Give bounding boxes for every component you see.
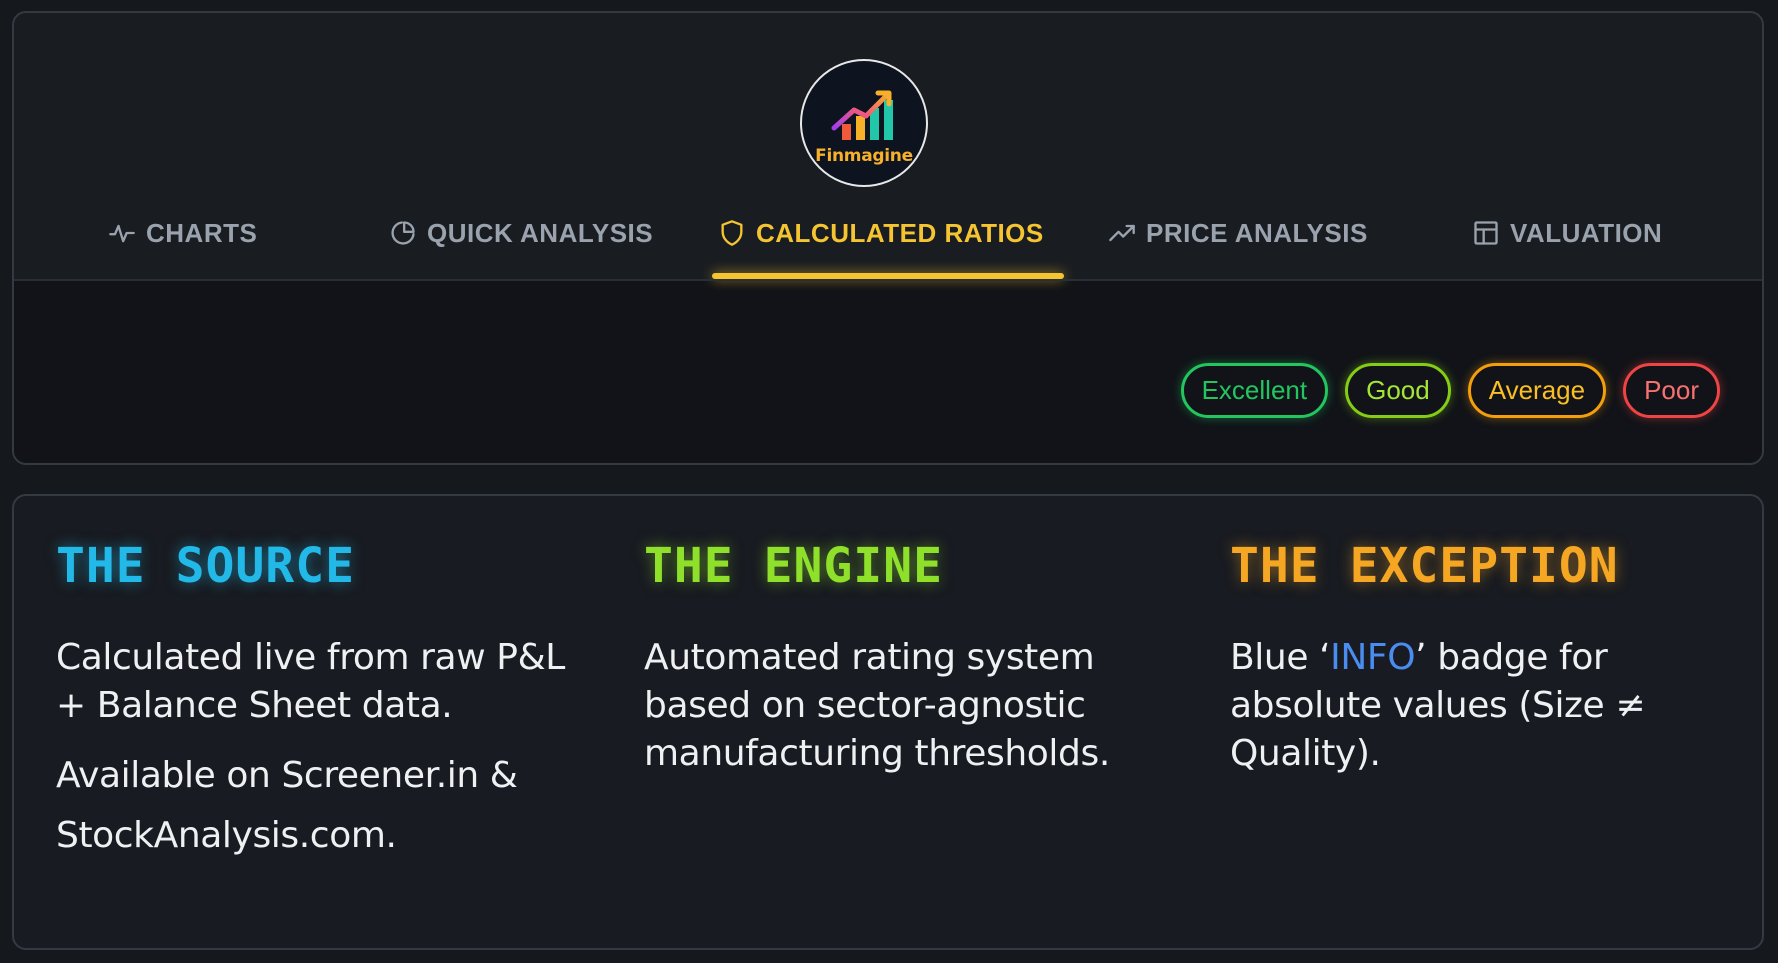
tab-label: QUICK ANALYSIS	[427, 217, 654, 248]
brand-logo[interactable]: Finmagine	[800, 59, 928, 187]
info-highlight: INFO	[1330, 637, 1416, 678]
exception-prefix: Blue ‘	[1230, 637, 1331, 678]
badge-good: Good	[1345, 363, 1451, 418]
tab-label: VALUATION	[1510, 217, 1663, 248]
source-title: THE SOURCE	[56, 538, 355, 594]
rating-legend: Excellent Good Average Poor	[1180, 363, 1720, 418]
pie-chart-icon	[391, 221, 415, 245]
badge-excellent: Excellent	[1180, 363, 1329, 418]
tab-charts[interactable]: CHARTS	[108, 213, 257, 253]
exception-title: THE EXCEPTION	[1230, 538, 1619, 594]
exception-description: Blue ‘INFO’ badge for absolute values (S…	[1230, 634, 1750, 778]
shield-icon	[721, 220, 743, 246]
engine-description: Automated rating system based on sector-…	[644, 637, 1110, 774]
tab-label: CHARTS	[146, 217, 258, 248]
tab-label: PRICE ANALYSIS	[1146, 217, 1368, 248]
tab-label: CALCULATED RATIOS	[756, 217, 1044, 248]
activity-icon	[109, 224, 135, 243]
chart-logo-icon	[831, 90, 893, 140]
table-icon	[1474, 221, 1498, 245]
source-description: Calculated live from raw P&L + Balance S…	[56, 637, 565, 726]
tab-price-analysis[interactable]: PRICE ANALYSIS	[1108, 213, 1368, 253]
trending-up-icon	[1109, 224, 1135, 242]
tab-calculated-ratios[interactable]: CALCULATED RATIOS	[718, 213, 1044, 253]
exception-column: THE EXCEPTION Blue ‘INFO’ badge for abso…	[1230, 536, 1750, 778]
header-panel: Finmagine CHARTS QUICK ANALYSIS CALCULAT…	[12, 11, 1764, 465]
engine-title: THE ENGINE	[644, 538, 943, 594]
info-panel: THE SOURCE Calculated live from raw P&L …	[12, 494, 1764, 950]
badge-poor: Poor	[1623, 363, 1720, 418]
badge-average: Average	[1467, 363, 1607, 418]
tab-valuation[interactable]: VALUATION	[1472, 213, 1662, 253]
tab-quick-analysis[interactable]: QUICK ANALYSIS	[389, 213, 653, 253]
engine-column: THE ENGINE Automated rating system based…	[644, 536, 1164, 778]
source-column: THE SOURCE Calculated live from raw P&L …	[56, 536, 576, 866]
divider	[14, 279, 1762, 281]
source-availability: Available on Screener.in & StockAnalysis…	[56, 755, 518, 856]
brand-name: Finmagine	[815, 146, 913, 166]
